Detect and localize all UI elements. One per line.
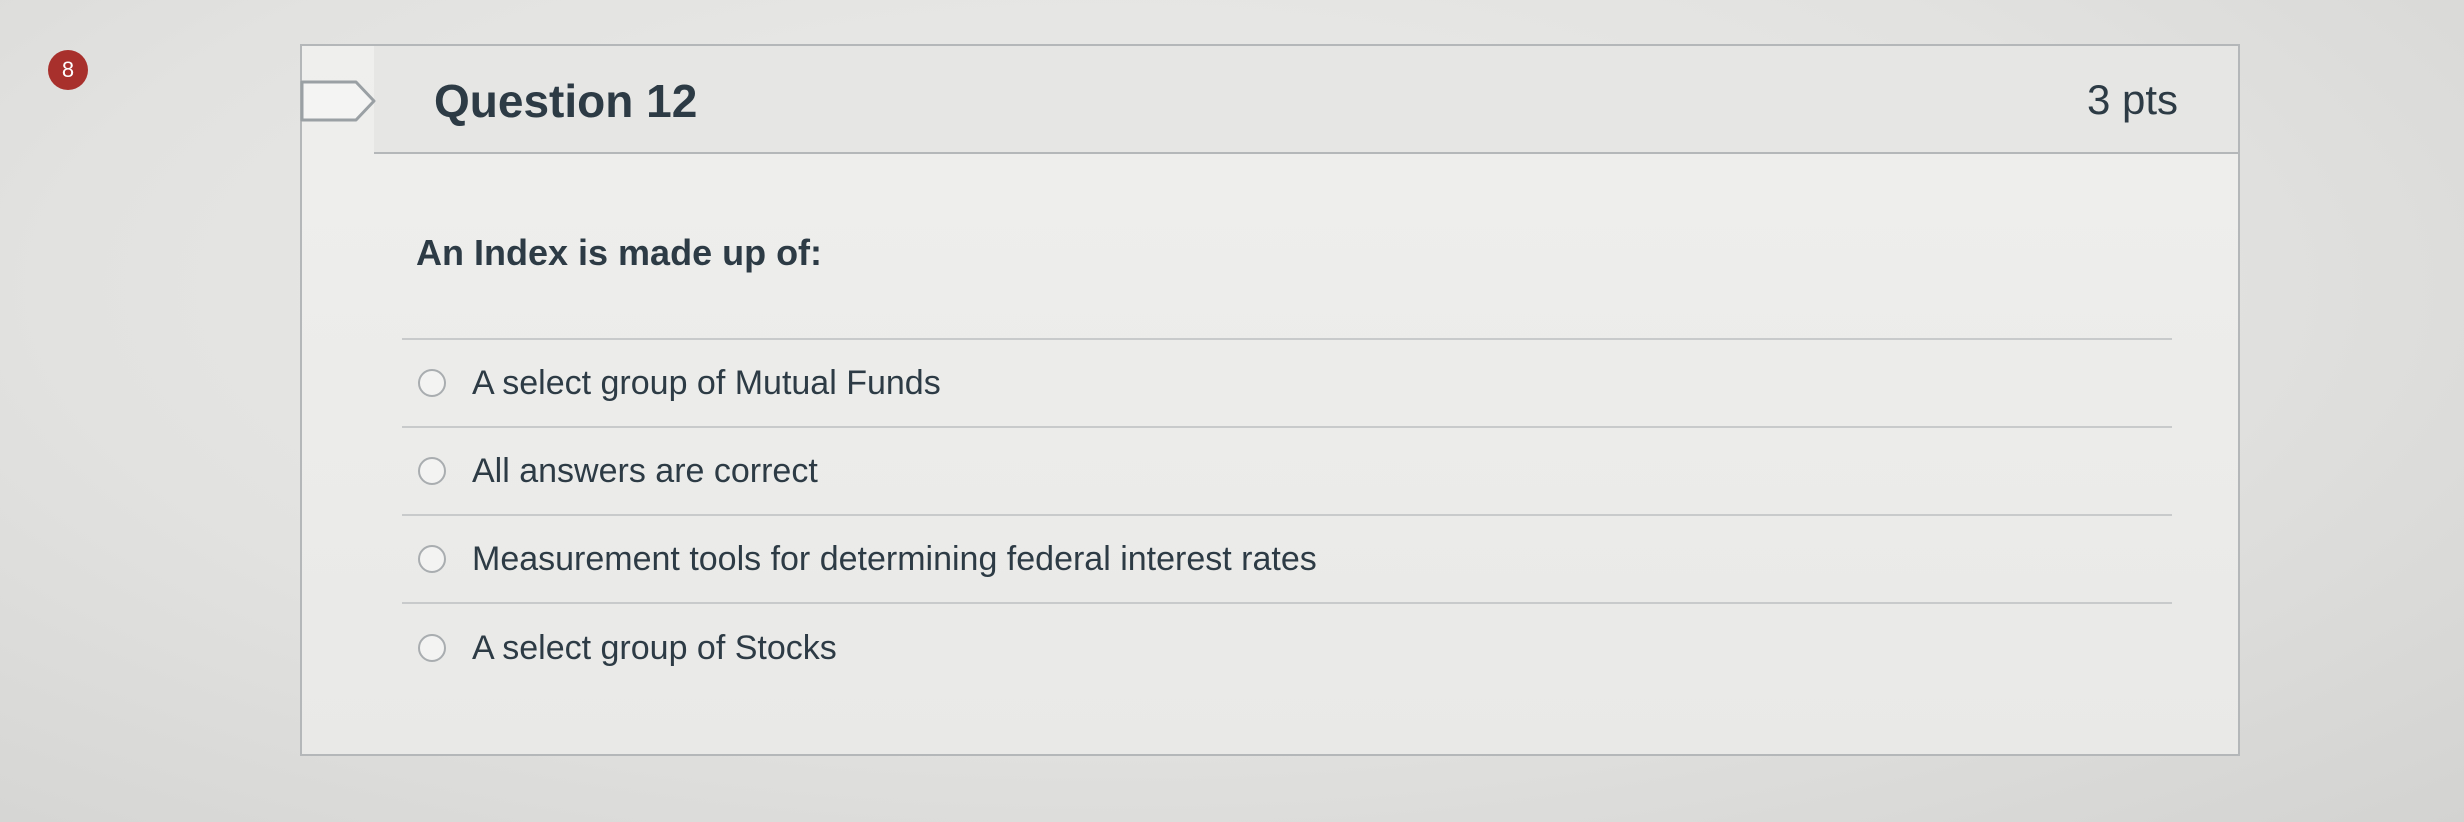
question-card: Question 12 3 pts An Index is made up of… <box>300 44 2240 756</box>
radio-button[interactable] <box>418 369 446 397</box>
answer-label[interactable]: Measurement tools for determining federa… <box>472 540 1317 579</box>
answer-label[interactable]: A select group of Stocks <box>472 629 837 668</box>
answer-label[interactable]: All answers are correct <box>472 452 818 491</box>
flag-icon[interactable] <box>298 78 378 124</box>
answer-option[interactable]: A select group of Mutual Funds <box>402 340 2172 428</box>
answer-option[interactable]: All answers are correct <box>402 428 2172 516</box>
question-number-badge: 8 <box>48 50 88 90</box>
radio-button[interactable] <box>418 457 446 485</box>
answer-option[interactable]: A select group of Stocks <box>402 604 2172 692</box>
answer-label[interactable]: A select group of Mutual Funds <box>472 364 941 403</box>
question-header: Question 12 3 pts <box>374 46 2238 154</box>
answer-list: A select group of Mutual Funds All answe… <box>402 338 2172 692</box>
answer-option[interactable]: Measurement tools for determining federa… <box>402 516 2172 604</box>
radio-button[interactable] <box>418 634 446 662</box>
question-title: Question 12 <box>434 75 698 127</box>
question-text: An Index is made up of: <box>416 232 823 273</box>
question-points: 3 pts <box>2086 76 2178 123</box>
radio-button[interactable] <box>418 545 446 573</box>
